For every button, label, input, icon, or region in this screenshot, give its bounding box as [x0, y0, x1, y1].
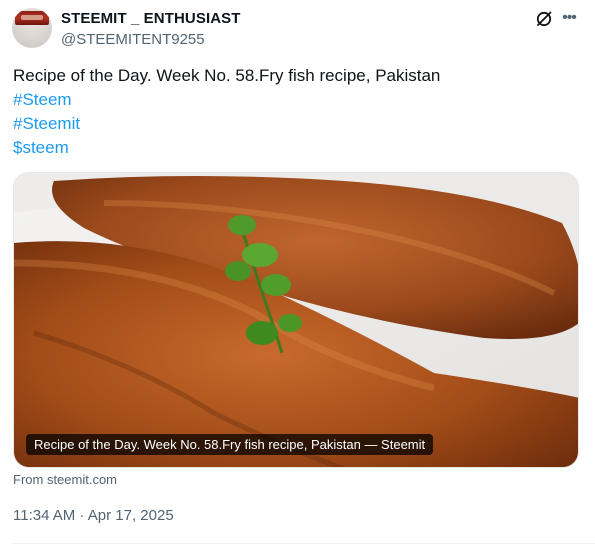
post-text: Recipe of the Day. Week No. 58.Fry fish … [13, 66, 441, 85]
hashtag-link[interactable]: #Steemit [13, 112, 440, 136]
avatar[interactable] [12, 8, 52, 48]
link-card[interactable]: Recipe of the Day. Week No. 58.Fry fish … [13, 172, 579, 468]
cashtag-link[interactable]: $steem [13, 136, 440, 160]
timestamp[interactable]: 11:34 AM · Apr 17, 2025 [13, 507, 174, 524]
card-source[interactable]: From steemit.com [13, 472, 117, 487]
avatar-image [15, 11, 49, 25]
post-body: Recipe of the Day. Week No. 58.Fry fish … [13, 64, 440, 160]
fried-fish-photo [14, 173, 578, 467]
grok-icon[interactable] [535, 10, 553, 28]
card-caption: Recipe of the Day. Week No. 58.Fry fish … [26, 434, 434, 455]
divider [13, 543, 595, 544]
author-name[interactable]: STEEMIT _ ENTHUSIAST [61, 10, 241, 27]
more-icon[interactable]: ••• [560, 9, 578, 27]
author-handle[interactable]: @STEEMITENT9255 [61, 31, 205, 48]
hashtag-link[interactable]: #Steem [13, 88, 440, 112]
